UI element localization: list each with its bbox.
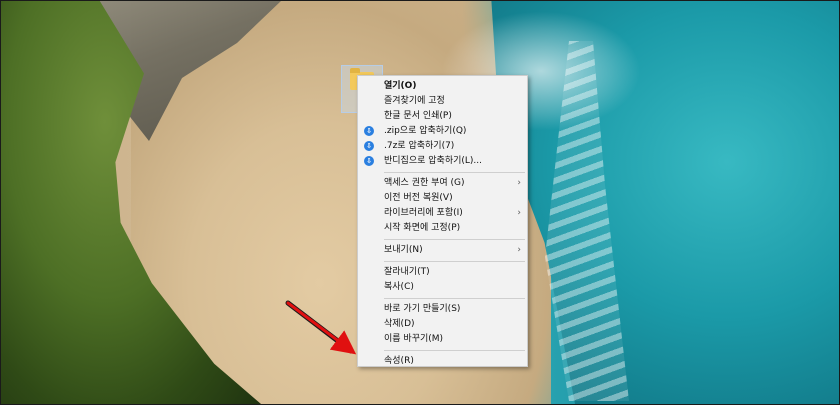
context-menu: 열기(O) 즐겨찾기에 고정 한글 문서 인쇄(P) ⇩ .zip으로 압축하기(Q) ⇩… (357, 75, 528, 367)
menu-item[interactable]: 열기(O) (358, 79, 527, 94)
menu-item-label: 액세스 권한 부여 (G) (384, 178, 465, 188)
menu-item[interactable]: ⇩ .zip으로 압축하기(Q) (358, 124, 527, 139)
menu-item[interactable]: ⇩ .7z로 압축하기(7) (358, 139, 527, 154)
menu-item-label: 한글 문서 인쇄(P) (384, 111, 452, 121)
menu-item[interactable]: 액세스 권한 부여 (G) › (358, 176, 527, 191)
bandizip-icon: ⇩ (364, 156, 374, 166)
menu-item-label: 즐겨찾기에 고정 (384, 96, 445, 106)
menu-item-label: 이전 버전 복원(V) (384, 193, 453, 203)
menu-item[interactable]: 속성(R) (358, 354, 527, 369)
menu-separator (384, 239, 525, 240)
menu-item[interactable]: 삭제(D) (358, 317, 527, 332)
menu-separator (384, 298, 525, 299)
menu-item-label: .zip으로 압축하기(Q) (384, 126, 467, 136)
menu-item-label: 속성(R) (384, 356, 414, 366)
menu-item-label: 반디집으로 압축하기(L)... (384, 156, 483, 166)
menu-item-label: 라이브러리에 포함(I) (384, 208, 463, 218)
bandizip-icon: ⇩ (364, 126, 374, 136)
menu-item[interactable]: 잘라내기(T) (358, 265, 527, 280)
menu-item[interactable]: 바로 가기 만들기(S) (358, 302, 527, 317)
menu-item[interactable]: 라이브러리에 포함(I) › (358, 206, 527, 221)
menu-item[interactable]: 보내기(N) › (358, 243, 527, 258)
menu-item-label: 보내기(N) (384, 245, 423, 255)
menu-item-label: 바로 가기 만들기(S) (384, 304, 461, 314)
menu-item-label: 삭제(D) (384, 319, 415, 329)
menu-item-label: 잘라내기(T) (384, 267, 430, 277)
menu-item-label: 열기(O) (384, 81, 417, 91)
chevron-right-icon: › (517, 208, 521, 218)
menu-separator (384, 261, 525, 262)
menu-item[interactable]: 이전 버전 복원(V) (358, 191, 527, 206)
bandizip-icon: ⇩ (364, 141, 374, 151)
menu-item[interactable]: 한글 문서 인쇄(P) (358, 109, 527, 124)
menu-item[interactable]: ⇩ 반디집으로 압축하기(L)... (358, 154, 527, 169)
chevron-right-icon: › (517, 245, 521, 255)
menu-separator (384, 350, 525, 351)
menu-item-label: 시작 화면에 고정(P) (384, 223, 461, 233)
menu-item-label: 이름 바꾸기(M) (384, 334, 444, 344)
menu-item[interactable]: 복사(C) (358, 280, 527, 295)
menu-item[interactable]: 시작 화면에 고정(P) (358, 221, 527, 236)
chevron-right-icon: › (517, 178, 521, 188)
menu-separator (384, 172, 525, 173)
desktop-screen: 열기(O) 즐겨찾기에 고정 한글 문서 인쇄(P) ⇩ .zip으로 압축하기(Q) ⇩… (0, 0, 840, 405)
menu-item-label: .7z로 압축하기(7) (384, 141, 455, 151)
menu-item-label: 복사(C) (384, 282, 414, 292)
menu-item[interactable]: 즐겨찾기에 고정 (358, 94, 527, 109)
menu-item[interactable]: 이름 바꾸기(M) (358, 332, 527, 347)
